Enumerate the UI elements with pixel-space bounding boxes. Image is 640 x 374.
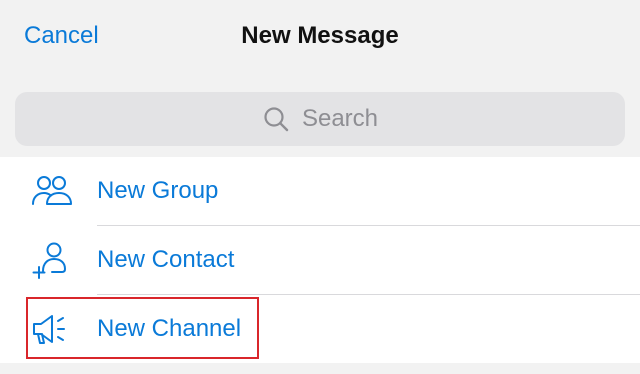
new-message-screen: Cancel New Message Search New Group New … bbox=[0, 0, 640, 374]
search-icon bbox=[262, 105, 290, 133]
menu-list: New Group New Contact New Channel bbox=[0, 157, 640, 363]
new-channel-label: New Channel bbox=[97, 315, 242, 342]
navigation-header: Cancel New Message bbox=[0, 0, 640, 80]
new-contact-item[interactable]: New Contact bbox=[0, 226, 640, 294]
search-placeholder: Search bbox=[301, 105, 379, 132]
new-channel-item[interactable]: New Channel bbox=[0, 295, 640, 363]
search-bar[interactable]: Search bbox=[15, 92, 625, 146]
megaphone-icon bbox=[30, 309, 74, 349]
page-title: New Message bbox=[241, 22, 399, 49]
new-contact-label: New Contact bbox=[97, 246, 235, 273]
new-group-label: New Group bbox=[97, 177, 219, 204]
new-group-item[interactable]: New Group bbox=[0, 157, 640, 225]
group-icon bbox=[30, 171, 74, 211]
add-contact-icon bbox=[30, 240, 74, 280]
